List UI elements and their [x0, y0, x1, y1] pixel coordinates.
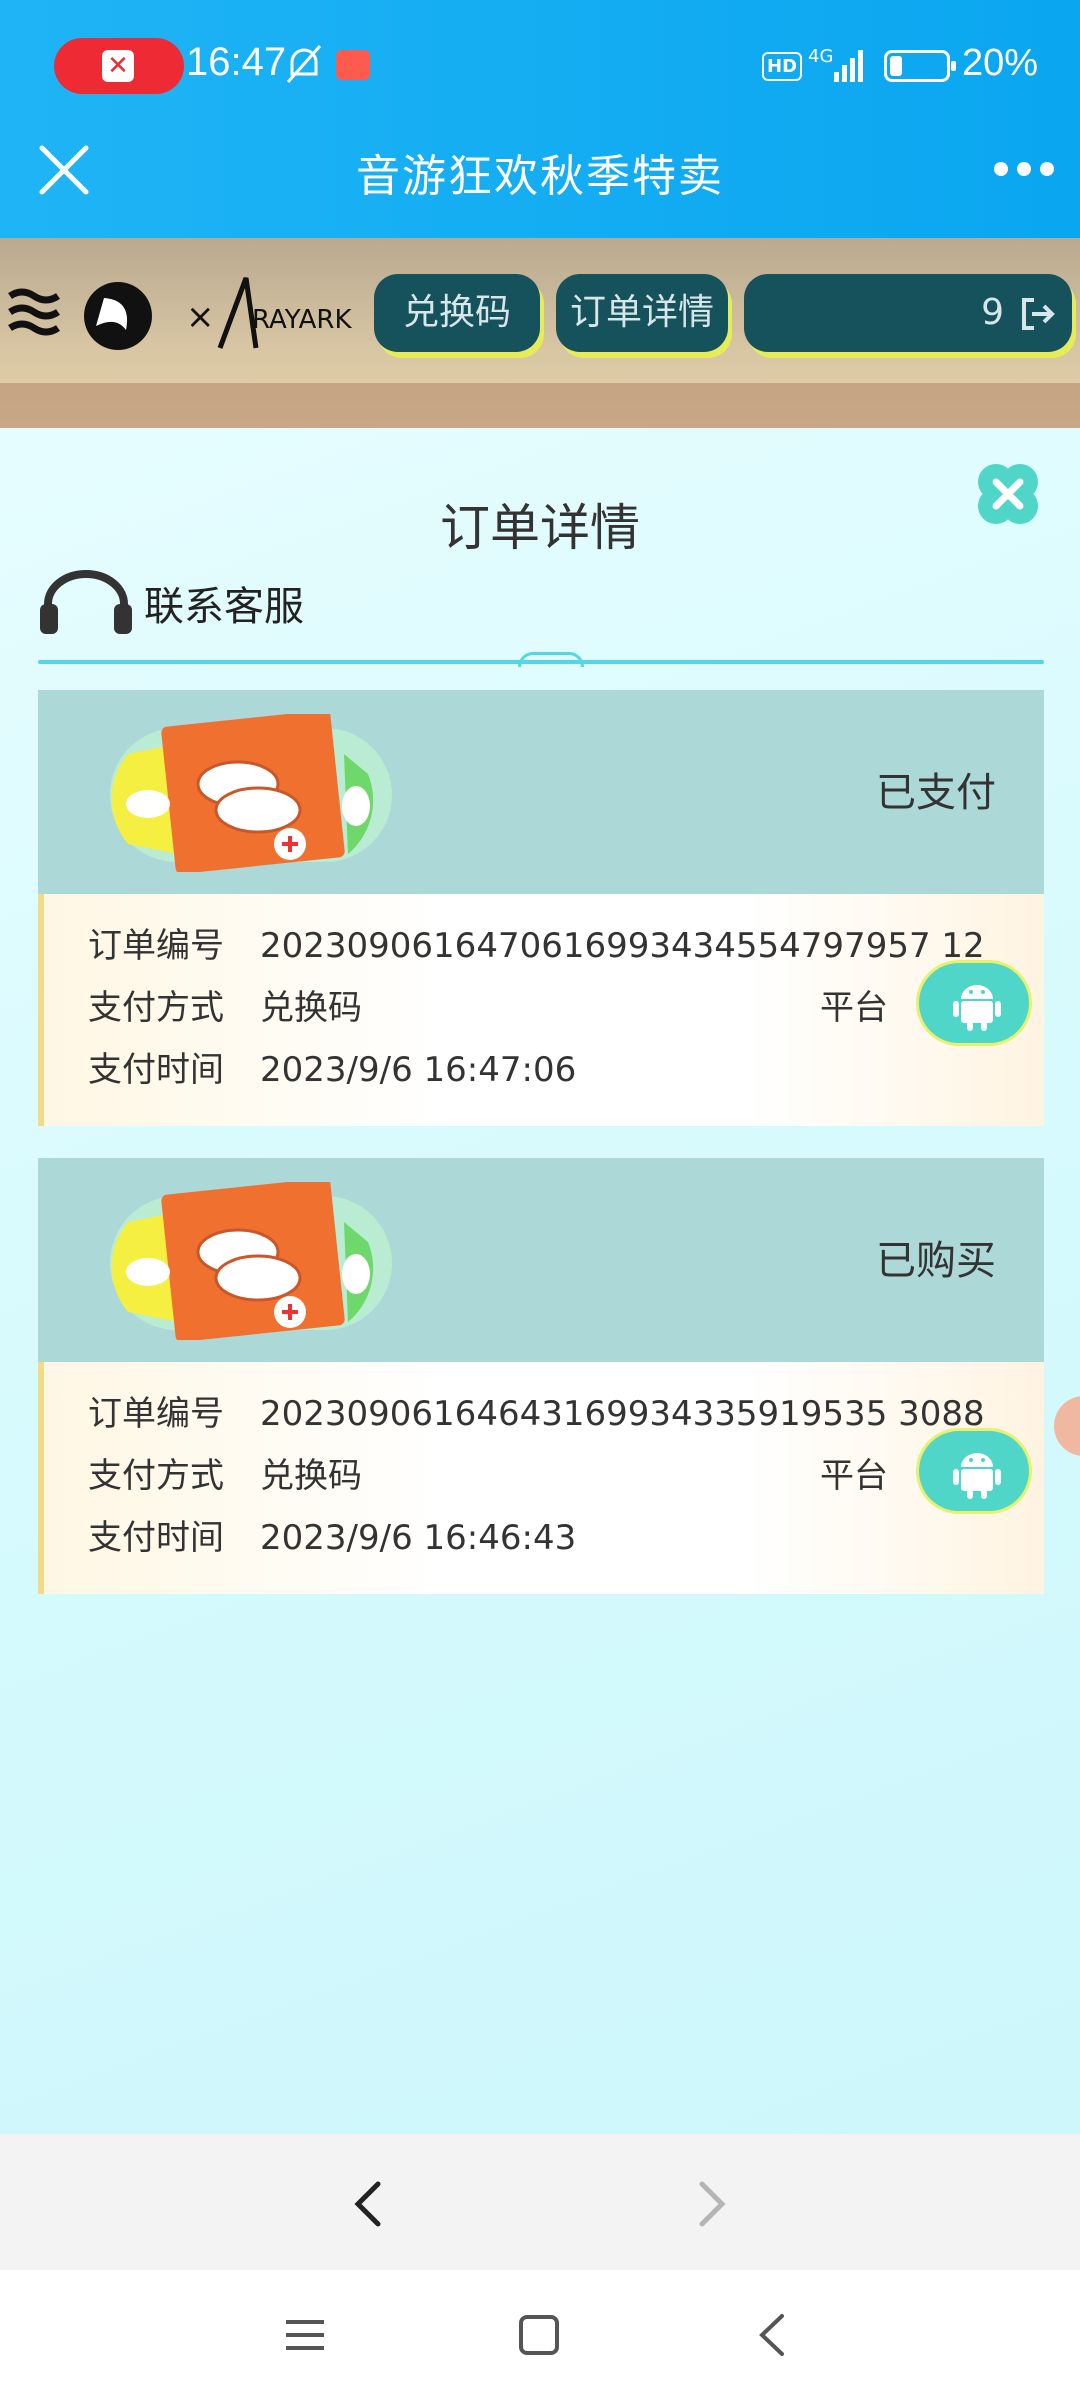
order-card-body: 订单编号 20230906164643169934335919535 3088 支…: [38, 1362, 1044, 1594]
app-header: ✕ 16:47 HD 4G 20% 音游狂欢秋季特卖: [0, 0, 1080, 238]
browser-nav-bar: [0, 2134, 1080, 2270]
payment-time-row: 支付时间 2023/9/6 16:47:06: [88, 1042, 576, 1091]
order-card-body: 订单编号 2023090616470616993434554797957 12 支…: [38, 894, 1044, 1126]
recording-icon: [336, 50, 370, 80]
order-number-row: 订单编号 20230906164643169934335919535 3088: [88, 1386, 985, 1435]
payment-time-label: 支付时间: [88, 1518, 224, 1558]
system-nav-bar: [0, 2270, 1080, 2400]
signal-icon: [834, 50, 863, 82]
payment-method-label: 支付方式: [88, 1456, 224, 1496]
status-bar: ✕ 16:47 HD 4G 20%: [0, 32, 1080, 98]
coin-pack-image: [110, 1182, 392, 1340]
payment-time-row: 支付时间 2023/9/6 16:46:43: [88, 1510, 576, 1559]
payment-time-label: 支付时间: [88, 1050, 224, 1090]
svg-text:×: ×: [186, 297, 215, 337]
payment-method-value: 兑换码: [260, 1456, 362, 1496]
order-status: 已支付: [876, 770, 996, 816]
more-menu-icon[interactable]: [994, 162, 1054, 178]
system-back-icon[interactable]: [750, 2312, 796, 2358]
headset-icon: [40, 570, 132, 634]
back-arrow-icon[interactable]: [340, 2174, 400, 2234]
payment-method-value: 兑换码: [260, 988, 362, 1028]
logout-icon[interactable]: [1020, 296, 1056, 332]
redeem-code-button[interactable]: 兑换码: [374, 274, 540, 352]
payment-method-row: 支付方式 兑换码: [88, 1448, 362, 1497]
order-number-label: 订单编号: [88, 1394, 224, 1434]
game-banner: × RAYARK 兑换码 订单详情 9: [0, 238, 1080, 428]
order-card-header: 已购买: [38, 1158, 1044, 1362]
brand-logos: × RAYARK: [8, 277, 352, 350]
android-icon: [953, 985, 1001, 1031]
forward-arrow-icon[interactable]: [680, 2174, 740, 2234]
order-number-value: 2023090616470616993434554797957 12: [260, 926, 985, 966]
platform-label: 平台: [820, 988, 888, 1028]
order-number-row: 订单编号 2023090616470616993434554797957 12: [88, 918, 985, 967]
divider: [38, 652, 1044, 667]
payment-time-value: 2023/9/6 16:46:43: [260, 1518, 577, 1558]
platform-android-badge[interactable]: [916, 1428, 1032, 1514]
order-details-modal: 订单详情 联系客服 已支付 订单编号 202309061647061699343…: [0, 428, 1080, 2134]
battery-icon: [884, 50, 956, 82]
hd-badge: HD: [762, 52, 803, 81]
platform-android-badge[interactable]: [916, 960, 1032, 1046]
order-number-label: 订单编号: [88, 926, 224, 966]
order-details-button[interactable]: 订单详情: [556, 274, 728, 352]
stop-record-icon[interactable]: ✕: [102, 50, 134, 82]
payment-method-label: 支付方式: [88, 988, 224, 1028]
home-icon[interactable]: [516, 2312, 562, 2358]
order-card: 已支付 订单编号 2023090616470616993434554797957 …: [38, 690, 1044, 1126]
order-card-header: 已支付: [38, 690, 1044, 894]
title-bar: 音游狂欢秋季特卖: [0, 120, 1080, 220]
coin-pack-image: [110, 714, 392, 872]
order-card: 已购买 订单编号 20230906164643169934335919535 30…: [38, 1158, 1044, 1594]
customer-service-link[interactable]: 联系客服: [38, 568, 304, 638]
order-status: 已购买: [876, 1238, 996, 1284]
recent-apps-icon[interactable]: [282, 2312, 328, 2358]
payment-time-value: 2023/9/6 16:47:06: [260, 1050, 577, 1090]
payment-method-row: 支付方式 兑换码: [88, 980, 362, 1029]
screen-record-indicator[interactable]: ✕: [54, 38, 184, 94]
customer-service-label: 联系客服: [144, 584, 304, 630]
account-button[interactable]: 9: [744, 274, 1072, 352]
android-icon: [953, 1453, 1001, 1499]
account-tail: 9: [981, 292, 1004, 333]
bell-muted-icon: [286, 45, 322, 83]
close-modal-icon[interactable]: [972, 458, 1044, 530]
svg-text:RAYARK: RAYARK: [252, 305, 352, 335]
page-title: 音游狂欢秋季特卖: [356, 151, 724, 202]
order-number-value: 20230906164643169934335919535 3088: [260, 1394, 985, 1434]
modal-title: 订单详情: [440, 499, 640, 557]
status-time: 16:47: [186, 40, 287, 84]
platform-label: 平台: [820, 1456, 888, 1496]
battery-percent: 20%: [962, 42, 1039, 84]
